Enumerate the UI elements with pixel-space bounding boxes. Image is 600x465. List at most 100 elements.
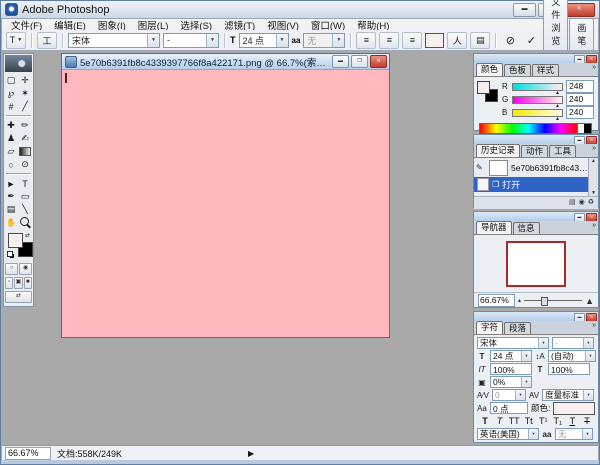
file-browser-tab[interactable]: 文件浏览 <box>543 0 568 50</box>
delete-state-button[interactable]: ♻ <box>588 198 594 208</box>
quick-mask-mode-button[interactable]: ◉ <box>19 263 32 275</box>
zoom-in-icon[interactable]: ▲ <box>585 296 594 306</box>
char-font-style-select[interactable]: - ▼ <box>552 337 594 349</box>
lasso-tool-icon[interactable]: ℘ <box>4 87 18 100</box>
tab-navigator[interactable]: 导航器 <box>476 221 512 234</box>
font-family-select[interactable]: 宋体 ▼ <box>68 33 160 48</box>
history-brush-source-icon[interactable]: ✎ <box>476 163 486 172</box>
vertical-scale-field[interactable]: 100% <box>490 363 532 375</box>
panel-menu-chevron-icon[interactable]: » <box>592 322 596 329</box>
type-tool-icon[interactable]: T <box>18 177 32 190</box>
path-selection-tool-icon[interactable]: ► <box>4 177 18 190</box>
notes-tool-icon[interactable]: ▤ <box>4 203 18 216</box>
panel-title-strip[interactable]: ▬ ✕ <box>474 135 598 144</box>
font-style-select[interactable]: - ▼ <box>163 33 219 48</box>
toggle-palettes-button[interactable]: ▤ <box>470 32 490 49</box>
dodge-tool-icon[interactable]: ⊙ <box>18 158 32 171</box>
spectrum-black-swatch[interactable] <box>584 124 591 133</box>
faux-italic-button[interactable]: T <box>494 415 506 427</box>
standard-screen-button[interactable]: ▫ <box>5 277 13 289</box>
standard-mode-button[interactable]: ○ <box>5 263 18 275</box>
fullscreen-with-menus-button[interactable]: ▣ <box>14 277 22 289</box>
blue-value-field[interactable]: 240 <box>566 106 594 119</box>
gradient-tool-icon[interactable] <box>18 145 32 158</box>
tab-swatches[interactable]: 色板 <box>504 64 531 76</box>
history-brush-tool-icon[interactable]: ✍ <box>18 132 32 145</box>
new-snapshot-button[interactable]: ◉ <box>579 198 585 208</box>
default-colors-icon[interactable] <box>7 251 14 258</box>
spectrum-white-swatch[interactable] <box>577 124 584 133</box>
navigator-proxy-view[interactable] <box>506 241 566 287</box>
crop-tool-icon[interactable]: # <box>4 100 18 113</box>
green-slider[interactable]: ▲ <box>512 96 563 104</box>
slice-tool-icon[interactable]: ╱ <box>18 100 32 113</box>
pen-tool-icon[interactable]: ✒ <box>4 190 18 203</box>
doc-close-button[interactable]: ✕ <box>370 55 387 68</box>
red-value-field[interactable]: 248 <box>566 80 594 93</box>
underline-button[interactable]: T <box>566 415 578 427</box>
panel-title-strip[interactable]: ▬ ✕ <box>474 212 598 221</box>
commit-edits-button[interactable]: ✓ <box>522 33 540 48</box>
tab-character[interactable]: 字符 <box>476 321 503 334</box>
scroll-down-icon[interactable]: ▼ <box>591 190 596 196</box>
warp-text-button[interactable]: 人 <box>447 32 467 49</box>
text-color-swatch[interactable] <box>425 33 444 48</box>
kerning-select[interactable]: 0 ▼ <box>492 389 526 401</box>
tool-preset-picker[interactable]: T ▼ <box>6 32 26 49</box>
status-zoom-field[interactable]: 66.67% <box>5 447 51 460</box>
tab-styles[interactable]: 样式 <box>532 64 559 76</box>
zoom-tool-icon[interactable] <box>18 216 32 229</box>
char-font-family-select[interactable]: 宋体 ▼ <box>477 337 549 349</box>
doc-restore-button[interactable]: ❐ <box>351 55 368 68</box>
panel-menu-chevron-icon[interactable]: » <box>592 64 596 71</box>
green-value-field[interactable]: 240 <box>566 93 594 106</box>
doc-minimize-button[interactable]: ▬ <box>332 55 349 68</box>
align-center-button[interactable]: ≡ <box>379 32 399 49</box>
language-select[interactable]: 英语(美国) ▼ <box>477 428 539 440</box>
panel-title-strip[interactable]: ▬ ✕ <box>474 54 598 63</box>
panel-menu-chevron-icon[interactable]: » <box>592 145 596 152</box>
tab-color[interactable]: 颜色 <box>476 63 503 76</box>
char-color-swatch[interactable] <box>553 402 595 415</box>
slider-thumb-icon[interactable]: ▲ <box>555 116 560 122</box>
leading-select[interactable]: (自动) ▼ <box>548 350 596 362</box>
font-size-select[interactable]: 24 点 ▼ <box>239 33 289 48</box>
tab-tools[interactable]: 工具 <box>549 145 576 157</box>
text-orientation-toggle[interactable]: 工 <box>37 32 57 49</box>
tab-paragraph[interactable]: 段落 <box>504 322 531 334</box>
minimize-button[interactable]: ▬ <box>513 3 536 17</box>
scroll-up-icon[interactable]: ▲ <box>591 158 596 164</box>
char-anti-alias-select[interactable]: 无 ▼ <box>555 428 593 440</box>
foreground-color-swatch[interactable] <box>8 233 23 248</box>
fullscreen-button[interactable]: ■ <box>24 277 32 289</box>
strikethrough-button[interactable]: T <box>581 415 593 427</box>
char-font-size-select[interactable]: 24 点 ▼ <box>490 350 532 362</box>
brush-tool-icon[interactable]: ✏ <box>18 119 32 132</box>
panel-title-strip[interactable]: ▬ ✕ <box>474 312 598 321</box>
spectrum-gradient[interactable] <box>480 124 577 133</box>
superscript-button[interactable]: T¹ <box>537 415 549 427</box>
horizontal-scale-field[interactable]: 100% <box>548 363 590 375</box>
proportional-spacing-select[interactable]: 0% ▼ <box>490 376 532 388</box>
navigator-zoom-field[interactable]: 66.67% <box>478 294 515 307</box>
align-right-button[interactable]: ≡ <box>402 32 422 49</box>
clone-stamp-tool-icon[interactable]: ♟ <box>4 132 18 145</box>
move-tool-icon[interactable]: ✛ <box>18 74 32 87</box>
rectangular-marquee-tool-icon[interactable]: ▢ <box>4 74 18 87</box>
zoom-out-icon[interactable]: ▴ <box>518 297 521 304</box>
eraser-tool-icon[interactable]: ▱ <box>4 145 18 158</box>
history-scrollbar[interactable]: ▲ ▼ <box>588 158 598 196</box>
tab-info[interactable]: 信息 <box>513 222 540 234</box>
slider-thumb[interactable] <box>541 297 548 306</box>
blue-slider[interactable]: ▲ <box>512 109 563 117</box>
swap-colors-icon[interactable]: ⇄ <box>25 232 30 239</box>
align-left-button[interactable]: ≡ <box>356 32 376 49</box>
tab-history[interactable]: 历史记录 <box>476 144 520 157</box>
history-snapshot-row[interactable]: ✎ 5e70b6391fb8c433... <box>474 158 589 177</box>
healing-brush-tool-icon[interactable]: ✚ <box>4 119 18 132</box>
tab-actions[interactable]: 动作 <box>521 145 548 157</box>
subscript-button[interactable]: T₁ <box>552 415 564 427</box>
eyedropper-tool-icon[interactable]: ╲ <box>18 203 32 216</box>
baseline-shift-field[interactable]: 0 点 <box>490 402 528 414</box>
panel-menu-chevron-icon[interactable]: » <box>592 222 596 229</box>
